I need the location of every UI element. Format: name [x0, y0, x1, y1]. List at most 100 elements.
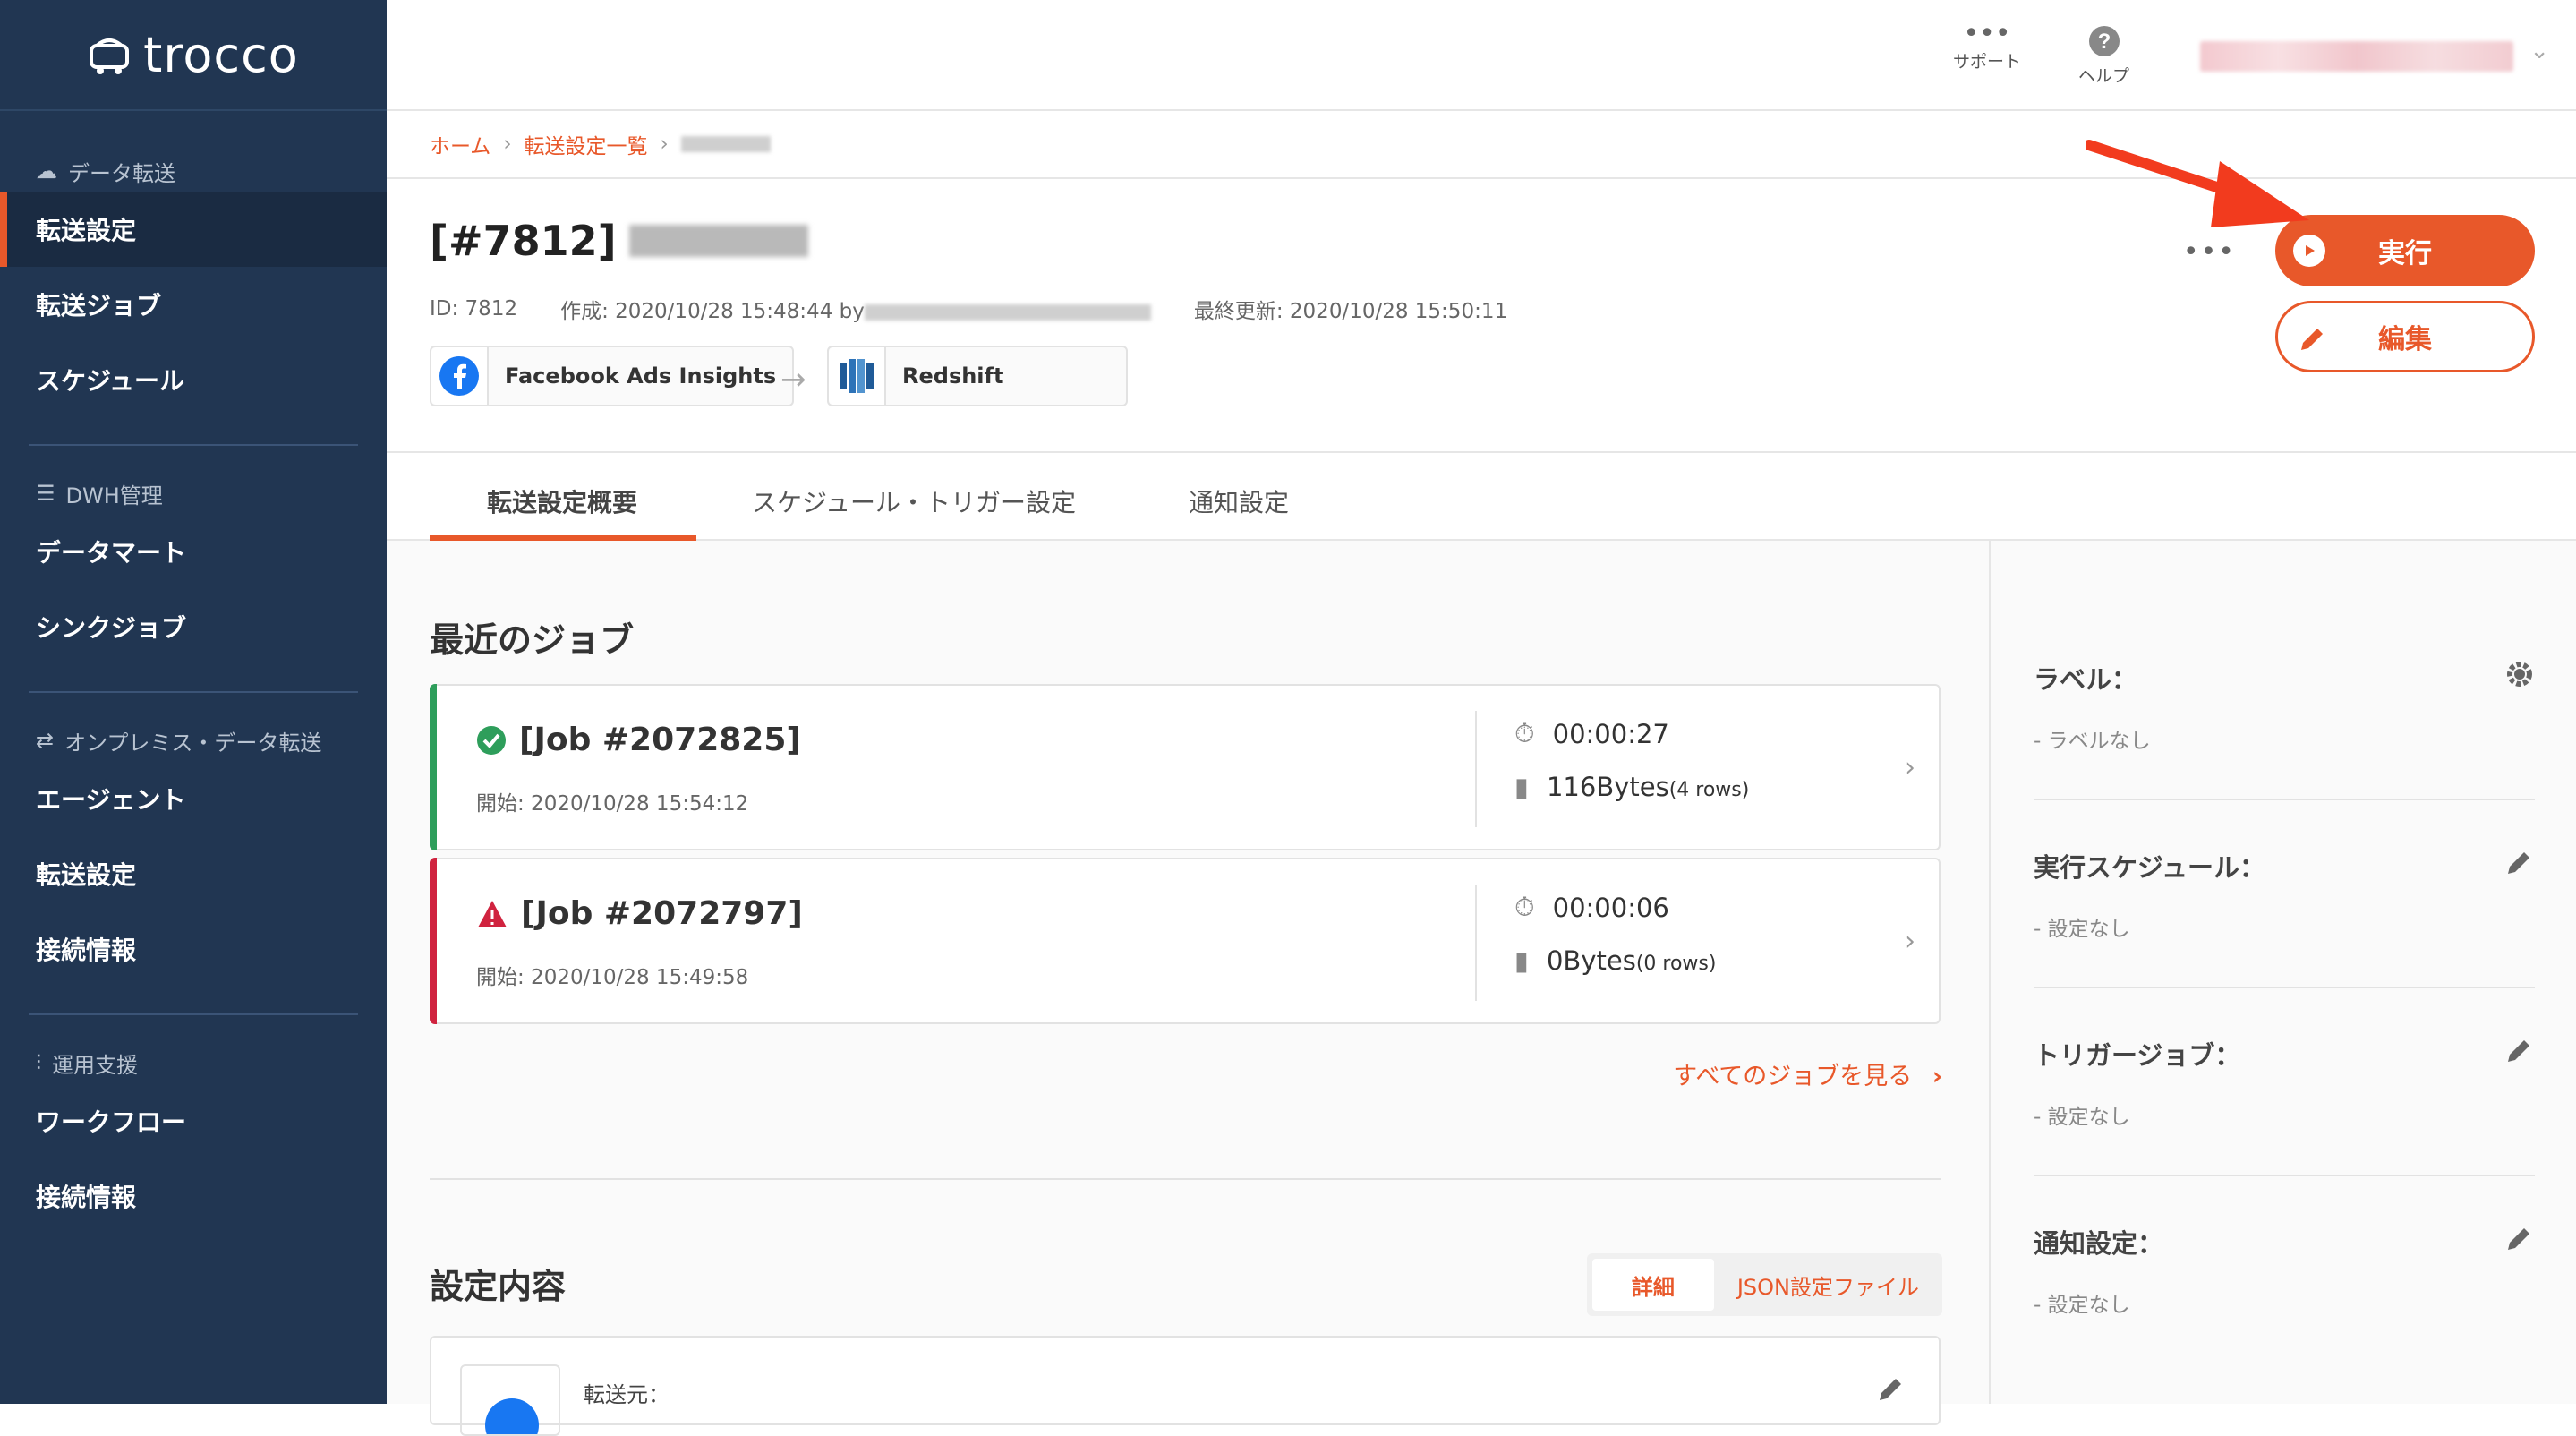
main-content: 最近のジョブ [Job #2072825] 開始: 2020/10/28 15:…	[387, 541, 1989, 1436]
trigger-section: トリガージョブ： - 設定なし	[2034, 1035, 2535, 1130]
chevron-right-icon: ›	[1932, 1063, 1942, 1090]
source-settings-card: 転送元：	[430, 1336, 1941, 1436]
pencil-icon[interactable]	[2504, 847, 2535, 881]
divider	[29, 1013, 358, 1015]
edit-button[interactable]: 編集	[2275, 301, 2535, 372]
id-text: ID: 7812	[430, 297, 518, 321]
status-bar	[430, 684, 437, 850]
sidebar-section-label: DWH管理	[65, 483, 163, 509]
chevron-right-icon: ›	[660, 132, 669, 156]
notification-section: 通知設定： - 設定なし	[2034, 1223, 2535, 1318]
chevron-down-icon[interactable]: ⌄	[2529, 38, 2549, 64]
job-duration: 00:00:06	[1552, 892, 1669, 923]
sidebar-item-transfer-jobs[interactable]: 転送ジョブ	[0, 267, 387, 342]
page-title-text: [#7812]	[430, 217, 617, 265]
sidebar-section-onpremise: ⇄ オンプレミス・データ転送 エージェント 転送設定 接続情報	[0, 720, 387, 987]
job-size: 0Bytes	[1546, 945, 1636, 976]
sidebar-item-datamart[interactable]: データマート	[0, 514, 387, 589]
job-rows: (0 rows)	[1635, 953, 1717, 975]
source-label: Facebook Ads Insights	[505, 363, 777, 389]
job-title: [Job #2072825]	[519, 722, 801, 758]
schedule-section: 実行スケジュール： - 設定なし	[2034, 847, 2535, 942]
user-menu[interactable]	[2200, 41, 2513, 72]
svg-text:?: ?	[2097, 30, 2111, 54]
job-card[interactable]: [Job #2072825] 開始: 2020/10/28 15:54:12 ⏱…	[430, 684, 1941, 850]
help-button[interactable]: ? ヘルプ	[2078, 25, 2129, 87]
warning-icon	[478, 900, 507, 927]
sidebar-item-onprem-transfer-settings[interactable]: 転送設定	[0, 836, 387, 911]
app-name: trocco	[143, 26, 299, 83]
trigger-title: トリガージョブ：	[2034, 1040, 2241, 1071]
breadcrumb-list[interactable]: 転送設定一覧	[525, 129, 648, 159]
redshift-icon	[840, 359, 874, 393]
notification-value: - 設定なし	[2034, 1294, 2130, 1317]
job-card[interactable]: [Job #2072797] 開始: 2020/10/28 15:49:58 ⏱…	[430, 858, 1941, 1024]
run-label: 実行	[2378, 238, 2432, 269]
annotation-arrow-icon	[2086, 140, 2309, 227]
tab-overview[interactable]: 転送設定概要	[487, 483, 637, 519]
divider	[29, 691, 358, 693]
sidebar-section-ops: ⫶ 運用支援 ワークフロー 接続情報	[0, 1042, 387, 1234]
sidebar-item-connections[interactable]: 接続情報	[0, 1158, 387, 1234]
stopwatch-icon: ⏱	[1514, 892, 1535, 922]
job-title: [Job #2072797]	[521, 895, 803, 932]
job-duration: 00:00:27	[1552, 718, 1669, 749]
edit-label: 編集	[2378, 324, 2432, 355]
sidebar-item-transfer-settings[interactable]: 転送設定	[0, 192, 387, 267]
chevron-right-icon: ›	[503, 132, 512, 156]
facebook-icon	[439, 356, 479, 396]
destination-label: Redshift	[902, 363, 1004, 389]
detail-toggle[interactable]: 詳細	[1591, 1259, 1714, 1311]
arrow-right-icon: →	[780, 362, 806, 397]
sidebar-item-schedule[interactable]: スケジュール	[0, 342, 387, 417]
trigger-value: - 設定なし	[2034, 1106, 2130, 1129]
notification-title: 通知設定：	[2034, 1228, 2164, 1259]
support-button[interactable]: ••• サポート	[1953, 18, 2022, 73]
tab-notification[interactable]: 通知設定	[1189, 483, 1289, 519]
all-jobs-link[interactable]: すべてのジョブを見る ›	[1673, 1056, 1942, 1091]
more-options-icon[interactable]: •••	[2183, 236, 2236, 268]
sidebar-item-onprem-connections[interactable]: 接続情報	[0, 911, 387, 987]
sidebar-section-label: 運用支援	[52, 1052, 138, 1078]
sidebar-item-workflow[interactable]: ワークフロー	[0, 1083, 387, 1158]
divider	[430, 1178, 1941, 1180]
pencil-icon	[2296, 323, 2328, 363]
chevron-right-icon: ›	[1905, 926, 1915, 957]
sidebar-section-dwh: ☰ DWH管理 データマート シンクジョブ	[0, 473, 387, 664]
status-bar	[430, 858, 437, 1024]
pencil-icon[interactable]	[2504, 1223, 2535, 1257]
tab-schedule-trigger[interactable]: スケジュール・トリガー設定	[752, 483, 1076, 519]
updated-text: 最終更新: 2020/10/28 15:50:11	[1193, 300, 1508, 323]
json-toggle[interactable]: JSON設定ファイル	[1719, 1259, 1937, 1311]
sidebar-section-label: データ転送	[68, 160, 175, 186]
schedule-title: 実行スケジュール：	[2034, 852, 2265, 883]
redacted-name	[628, 225, 808, 257]
breadcrumb-current	[680, 136, 771, 152]
list-icon: ☰	[36, 481, 55, 506]
sidebar-item-sync-job[interactable]: シンクジョブ	[0, 589, 387, 664]
labels-title: ラベル：	[2034, 664, 2138, 695]
labels-value: - ラベルなし	[2034, 730, 2151, 753]
sidebar: trocco ☁ データ転送 転送設定 転送ジョブ スケジュール ☰ DWH管理 デ…	[0, 0, 387, 1404]
job-size: 116Bytes	[1546, 772, 1669, 802]
created-text: 作成: 2020/10/28 15:48:44 by	[560, 300, 865, 323]
divider	[29, 444, 358, 446]
pencil-icon[interactable]	[1876, 1373, 1906, 1407]
pencil-icon[interactable]	[2504, 1035, 2535, 1069]
more-dots-icon: •••	[1963, 18, 2011, 49]
chevron-right-icon: ›	[1905, 752, 1915, 783]
settings-view-toggle: 詳細 JSON設定ファイル	[1586, 1253, 1942, 1316]
redacted-author	[864, 303, 1151, 321]
right-panel: ラベル： - ラベルなし 実行スケジュール： - 設定なし トリガージョブ： -…	[1989, 541, 2576, 1404]
help-icon: ?	[2088, 26, 2120, 56]
job-rows: (4 rows)	[1668, 779, 1750, 801]
sidebar-item-agent[interactable]: エージェント	[0, 761, 387, 836]
logo[interactable]: trocco	[0, 0, 387, 111]
play-icon	[2293, 235, 2325, 267]
help-label: ヘルプ	[2078, 66, 2130, 86]
tab-bar: 転送設定概要 スケジュール・トリガー設定 通知設定	[387, 453, 2576, 541]
breadcrumb-home[interactable]: ホーム	[430, 129, 490, 159]
support-label: サポート	[1953, 52, 2022, 72]
schedule-value: - 設定なし	[2034, 918, 2130, 941]
gear-icon[interactable]	[2504, 659, 2535, 693]
